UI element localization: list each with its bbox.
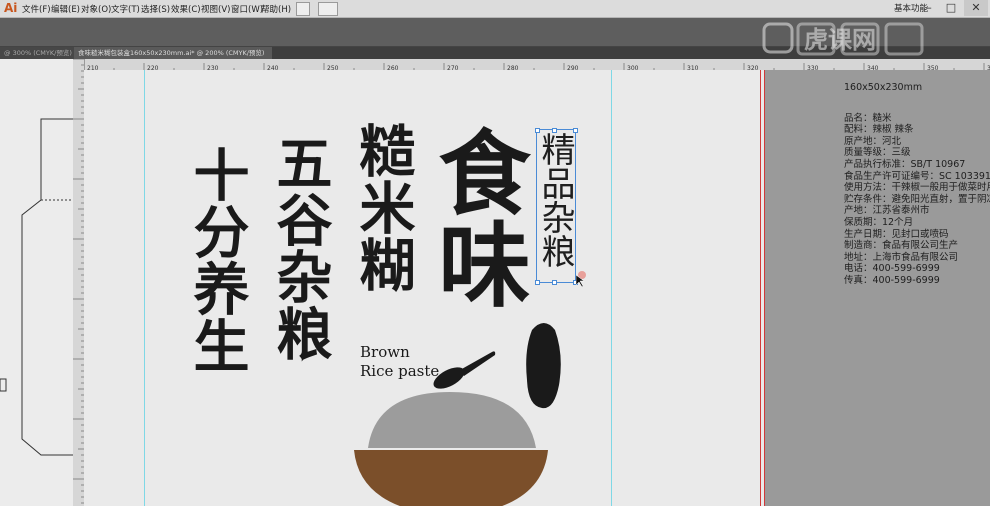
menu-object[interactable]: 对象(O) bbox=[81, 3, 111, 15]
guide-line bbox=[611, 70, 612, 506]
info-line: 贮存条件：避免阳光直射，置于阴凉 bbox=[844, 193, 990, 205]
tab-document-left[interactable]: @ 300% (CMYK/预览) bbox=[0, 47, 80, 59]
headline-col4[interactable]: 食味 bbox=[423, 125, 530, 309]
watermark-text: 虎课网 bbox=[804, 26, 876, 54]
dieline-outline bbox=[0, 118, 73, 456]
info-line: 使用方法：干辣椒一般用于做菜时用 bbox=[844, 182, 990, 194]
arrange-documents-icon[interactable] bbox=[318, 2, 338, 16]
menu-edit[interactable]: 编辑(E) bbox=[51, 3, 80, 15]
info-line: 保质期：12个月 bbox=[844, 216, 914, 228]
info-line: 食品生产许可证编号：SC 1033913 bbox=[844, 170, 990, 182]
watermark-logo: 虎课网 bbox=[760, 18, 980, 60]
bowl-rice-dome bbox=[368, 392, 536, 448]
left-document-canvas[interactable] bbox=[0, 59, 73, 506]
menu-type[interactable]: 文字(T) bbox=[111, 3, 140, 15]
headline-col3[interactable]: 糙米糊 bbox=[350, 122, 415, 293]
info-line: 制造商：食品有限公司生产 bbox=[844, 240, 959, 252]
mouse-cursor-icon bbox=[576, 275, 585, 287]
minimize-icon[interactable]: – bbox=[920, 0, 938, 16]
info-line: 电话：400-599-6999 bbox=[844, 263, 940, 275]
bleed-line bbox=[760, 70, 761, 506]
artboard-canvas[interactable]: 十分养生 五谷杂粮 糙米糊 食味 精品杂粮 Brown Rice paste 1… bbox=[84, 70, 990, 506]
close-icon[interactable]: ✕ bbox=[964, 0, 988, 16]
info-line: 生产日期：见封口或喷码 bbox=[844, 228, 949, 240]
package-size: 160x50x230mm bbox=[844, 82, 923, 93]
menu-effect[interactable]: 效果(C) bbox=[171, 3, 201, 15]
info-line: 品名：糙米 bbox=[844, 112, 892, 124]
guide-line bbox=[144, 70, 145, 506]
info-line: 传真：400-599-6999 bbox=[844, 274, 940, 286]
info-line: 质量等级：三级 bbox=[844, 147, 911, 159]
info-line: 产地：江苏省泰州市 bbox=[844, 205, 930, 217]
bridge-icon[interactable] bbox=[296, 2, 310, 16]
watermark-logo-graphic: 虎课网 bbox=[762, 22, 924, 56]
menu-view[interactable]: 视图(V) bbox=[201, 3, 230, 15]
menu-select[interactable]: 选择(S) bbox=[141, 3, 170, 15]
rice-grain-icon bbox=[526, 323, 561, 409]
bowl-body bbox=[354, 450, 548, 506]
info-line: 地址：上海市食品有限公司 bbox=[844, 251, 959, 263]
product-info-block[interactable]: 160x50x230mm 品名：糙米 配料：辣椒 辣条 原产地：河北 质量等级：三级产… bbox=[844, 82, 990, 287]
headline-col2[interactable]: 五谷杂粮 bbox=[267, 134, 332, 362]
bowl-illustration bbox=[354, 323, 561, 506]
app-logo: Ai bbox=[4, 1, 18, 15]
spoon-icon bbox=[433, 351, 496, 389]
menu-window[interactable]: 窗口(W) bbox=[231, 3, 263, 15]
info-line: 原产地：河北 bbox=[844, 135, 902, 147]
menu-bar: Ai 文件(F) 编辑(E) 对象(O) 文字(T) 选择(S) 效果(C) 视… bbox=[0, 0, 990, 18]
menu-help[interactable]: 帮助(H) bbox=[261, 3, 291, 15]
menu-file[interactable]: 文件(F) bbox=[22, 3, 51, 15]
info-line: 配料：辣椒 辣条 bbox=[844, 124, 914, 136]
maximize-icon[interactable]: □ bbox=[942, 0, 960, 16]
tab-document-active[interactable]: 食味糙米糊包装盒160x50x230mm.ai* @ 200% (CMYK/预览… bbox=[74, 47, 272, 59]
info-line: 产品执行标准：SB/T 10967 bbox=[844, 158, 966, 170]
headline-col1[interactable]: 十分养生 bbox=[184, 146, 249, 374]
selected-vertical-text[interactable]: 精品杂粮 bbox=[535, 132, 575, 268]
